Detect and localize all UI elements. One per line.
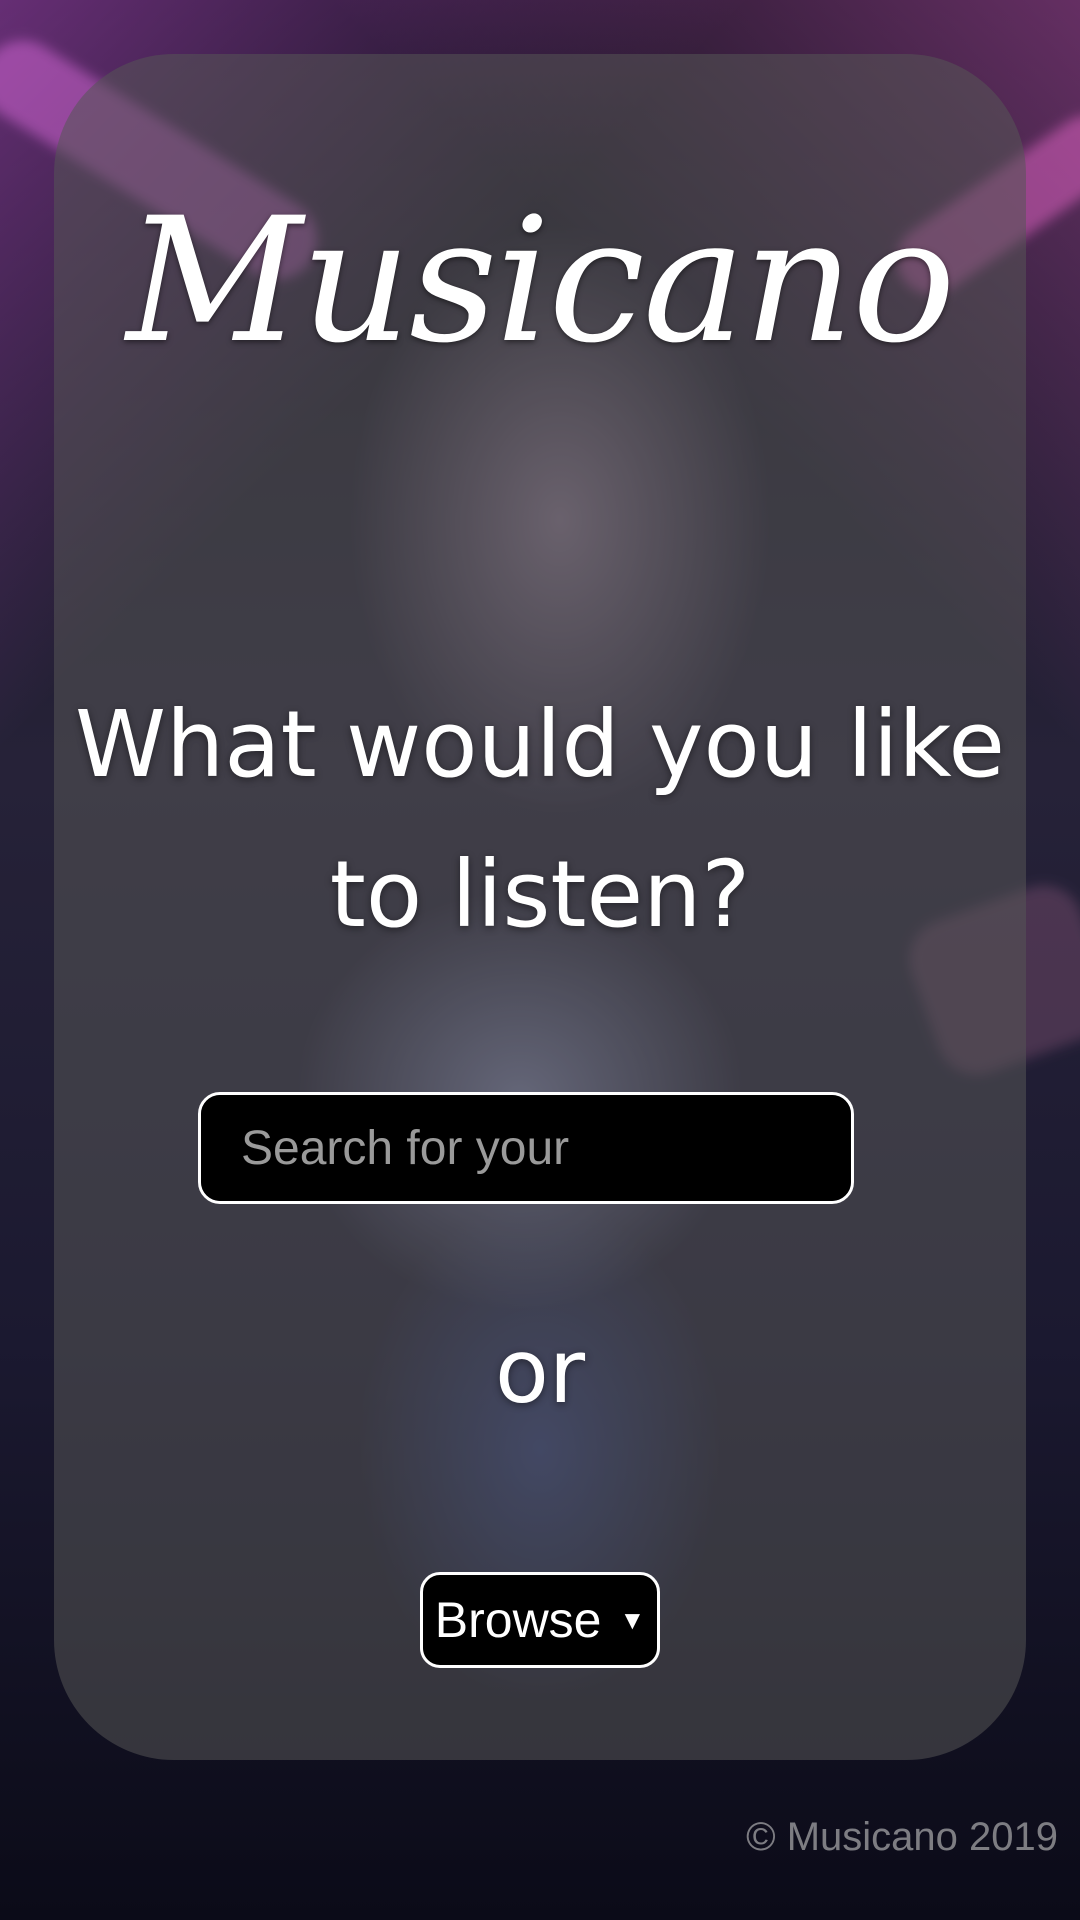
browse-dropdown-button[interactable]: Browse ▼ bbox=[420, 1572, 660, 1668]
footer-copyright: © Musicano 2019 bbox=[746, 1815, 1058, 1859]
browse-label: Browse bbox=[434, 1592, 602, 1648]
page-headline: What would you like to listen? bbox=[74, 691, 1006, 948]
chevron-down-icon: ▼ bbox=[619, 1604, 646, 1635]
or-divider-text: or bbox=[494, 1320, 586, 1423]
musicano-logo: Musicano bbox=[126, 180, 955, 381]
search-form: Go bbox=[198, 1092, 854, 1204]
search-input[interactable] bbox=[201, 1095, 851, 1201]
